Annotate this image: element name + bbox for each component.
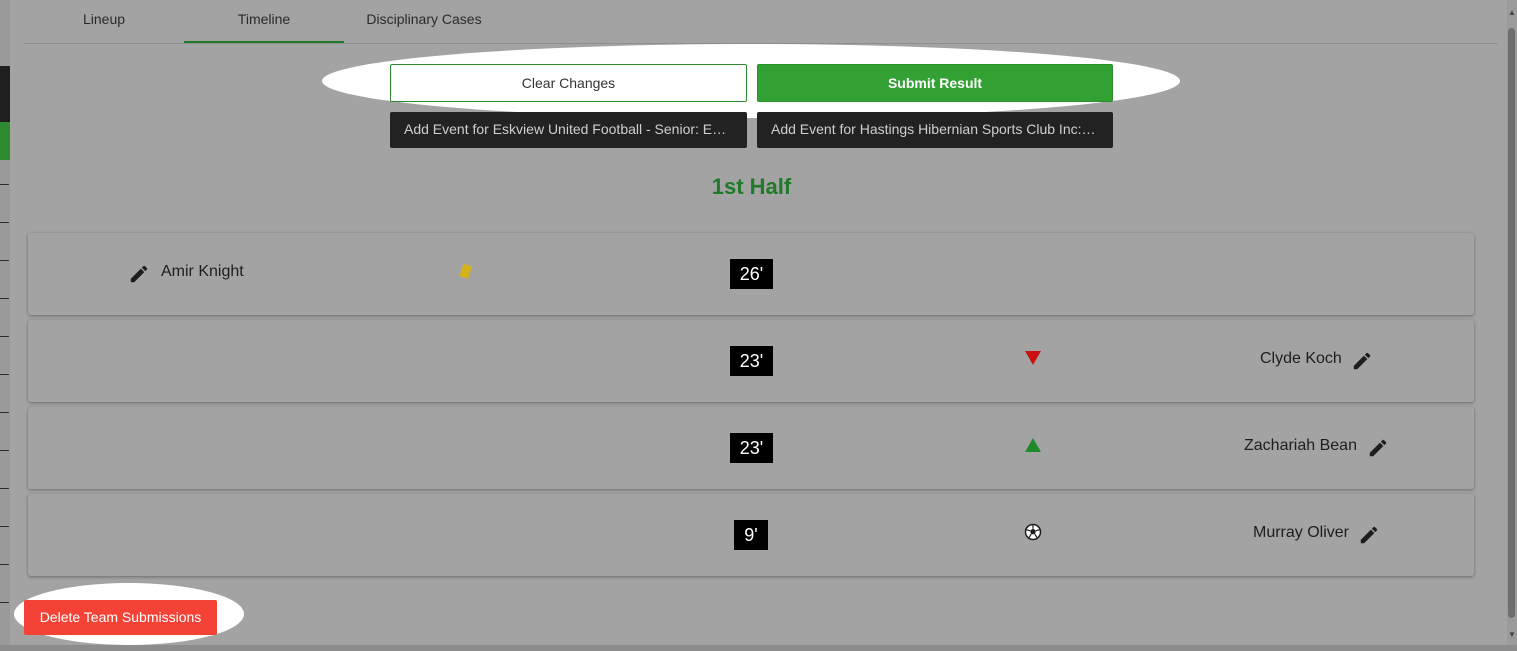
edit-pencil-icon[interactable]	[1358, 524, 1380, 546]
add-event-home-button[interactable]: Add Event for Eskview United Football - …	[390, 112, 747, 148]
background-row-line	[0, 260, 9, 261]
background-row-line	[0, 336, 9, 337]
timeline-event: 23' Clyde Koch	[28, 320, 1474, 402]
add-event-away-button[interactable]: Add Event for Hastings Hibernian Sports …	[757, 112, 1113, 148]
scrollbar-thumb[interactable]	[1508, 28, 1515, 618]
edit-pencil-icon[interactable]	[1351, 350, 1373, 372]
background-row-line	[0, 526, 9, 527]
edit-pencil-icon[interactable]	[128, 263, 150, 285]
event-minute: 26'	[730, 259, 773, 289]
scroll-up-arrow-icon[interactable]: ▲	[1507, 8, 1517, 18]
background-row-line	[0, 298, 9, 299]
submit-result-button[interactable]: Submit Result	[757, 64, 1113, 102]
event-minute: 23'	[730, 346, 773, 376]
scroll-down-arrow-icon[interactable]: ▼	[1507, 630, 1517, 640]
tab-timeline[interactable]: Timeline	[184, 0, 344, 43]
tab-disciplinary-cases[interactable]: Disciplinary Cases	[344, 0, 504, 43]
background-row-line	[0, 412, 9, 413]
delete-team-submissions-button[interactable]: Delete Team Submissions	[24, 600, 217, 635]
modal-tabs: Lineup Timeline Disciplinary Cases	[24, 0, 1498, 44]
player-name: Zachariah Bean	[1244, 437, 1357, 454]
background-row-line	[0, 602, 9, 603]
timeline-event: Amir Knight 26'	[28, 233, 1474, 315]
sub-in-icon	[1025, 438, 1041, 452]
sub-out-icon	[1025, 351, 1041, 365]
clear-changes-button[interactable]: Clear Changes	[390, 64, 747, 102]
match-result-modal: Lineup Timeline Disciplinary Cases Clear…	[10, 0, 1517, 645]
timeline-event: 9' Murray Oliver	[28, 494, 1474, 576]
yellow-card-icon	[459, 263, 473, 280]
event-minute: 23'	[730, 433, 773, 463]
timeline-event: 23' Zachariah Bean	[28, 407, 1474, 489]
background-row-line	[0, 488, 9, 489]
modal-scrollbar[interactable]: ▲ ▼	[1507, 0, 1517, 645]
background-row-line	[0, 184, 9, 185]
background-header-left	[0, 66, 10, 122]
event-minute: 9'	[734, 520, 768, 550]
background-bottom-strip	[0, 645, 1517, 651]
tab-lineup[interactable]: Lineup	[24, 0, 184, 43]
background-row-line	[0, 450, 9, 451]
background-row-line	[0, 374, 9, 375]
player-name: Murray Oliver	[1253, 524, 1350, 541]
half-title: 1st Half	[711, 174, 792, 199]
player-name: Clyde Koch	[1260, 350, 1342, 367]
player-name: Amir Knight	[161, 263, 244, 280]
background-green-bar-left	[0, 122, 10, 160]
background-row-line	[0, 222, 9, 223]
edit-pencil-icon[interactable]	[1367, 437, 1389, 459]
background-row-line	[0, 564, 9, 565]
goal-ball-icon	[1024, 523, 1042, 541]
